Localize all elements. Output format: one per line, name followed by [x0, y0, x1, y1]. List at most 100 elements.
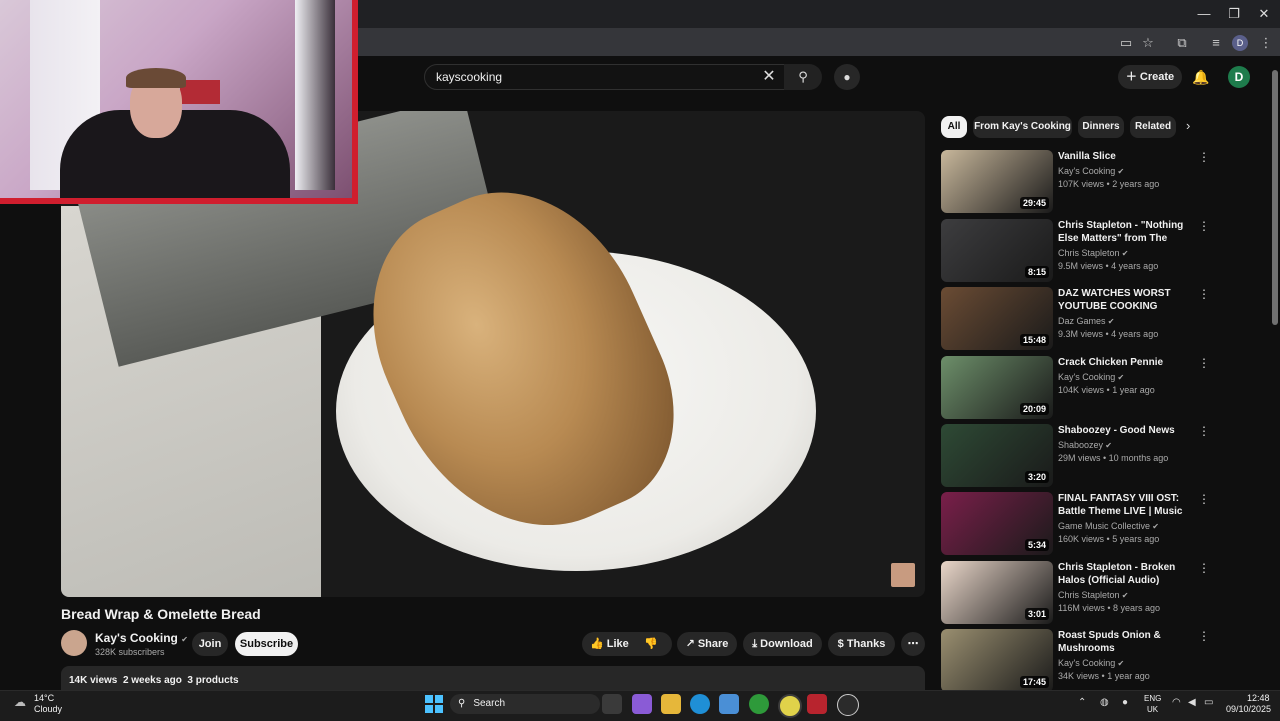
edge-icon[interactable]: [690, 694, 710, 714]
account-avatar[interactable]: D: [1228, 66, 1250, 88]
recommendation-thumbnail[interactable]: 29:45: [941, 150, 1053, 213]
extensions-icon[interactable]: ⧉: [1172, 34, 1192, 52]
more-options-icon[interactable]: ⋮: [1197, 219, 1211, 235]
recommendation-item[interactable]: 29:45 Vanilla Slice Kay's Cooking ✔ 107K vi…: [941, 150, 1211, 214]
chip-dinners[interactable]: Dinners: [1078, 116, 1124, 138]
windows-start-icon[interactable]: [424, 694, 444, 714]
more-options-icon[interactable]: ⋮: [1197, 629, 1211, 645]
clock-time[interactable]: 12:48: [1247, 693, 1270, 703]
store-icon[interactable]: [719, 694, 739, 714]
recommendation-thumbnail[interactable]: 17:45: [941, 629, 1053, 692]
chip-from-channel[interactable]: From Kay's Cooking: [973, 116, 1072, 138]
share-button[interactable]: ↗ Share: [677, 632, 737, 656]
recommendation-channel[interactable]: Kay's Cooking ✔: [1058, 166, 1124, 176]
volume-icon[interactable]: ◀: [1188, 697, 1196, 708]
recommendation-thumbnail[interactable]: 15:48: [941, 287, 1053, 350]
recommendation-item[interactable]: 17:45 Roast Spuds Onion & Mushrooms Kay's …: [941, 629, 1211, 693]
scrollbar[interactable]: [1272, 70, 1278, 325]
minimize-button[interactable]: —: [1190, 4, 1218, 24]
recommendation-channel[interactable]: Daz Games ✔: [1058, 316, 1114, 326]
recommendation-title[interactable]: FINAL FANTASY VIII OST: Battle Theme LIV…: [1058, 492, 1190, 518]
recommendation-thumbnail[interactable]: 8:15: [941, 219, 1053, 282]
recommendation-views: 29M views: [1058, 453, 1101, 463]
recommendation-title[interactable]: Crack Chicken Pennie: [1058, 356, 1190, 369]
recommendation-item[interactable]: 3:20 Shaboozey - Good News Shaboozey ✔ 29M …: [941, 424, 1211, 488]
weather-temperature[interactable]: 14°C: [34, 693, 54, 703]
app-icon[interactable]: [837, 694, 859, 716]
more-options-icon[interactable]: ⋮: [1197, 287, 1211, 303]
restore-button[interactable]: ❐: [1220, 4, 1248, 24]
battery-icon[interactable]: ▭: [1204, 697, 1213, 708]
chevron-right-icon[interactable]: ›: [1186, 118, 1190, 133]
channel-avatar[interactable]: [61, 630, 87, 656]
recommendation-item[interactable]: 15:48 DAZ WATCHES WORST YOUTUBE COOKING Da…: [941, 287, 1211, 351]
recommendation-thumbnail[interactable]: 5:34: [941, 492, 1053, 555]
search-input[interactable]: [434, 66, 738, 88]
like-button[interactable]: 👍 Like: [590, 632, 629, 656]
recommendation-channel[interactable]: Chris Stapleton ✔: [1058, 590, 1128, 600]
taskbar-search[interactable]: ⚲ Search: [450, 694, 600, 714]
close-window-button[interactable]: ✕: [1250, 4, 1278, 24]
xbox-icon[interactable]: [749, 694, 769, 714]
more-options-icon[interactable]: ⋮: [1197, 424, 1211, 440]
more-options-icon[interactable]: ⋮: [1197, 492, 1211, 508]
language-indicator[interactable]: ENG: [1144, 694, 1161, 703]
recommendation-views: 9.5M views: [1058, 261, 1104, 271]
recommendation-title[interactable]: Shaboozey - Good News: [1058, 424, 1190, 437]
recommendation-thumbnail[interactable]: 20:09: [941, 356, 1053, 419]
tray-chevron-up-icon[interactable]: ⌃: [1078, 697, 1086, 708]
tray-app-icon[interactable]: ◍: [1100, 697, 1109, 708]
recommendation-title[interactable]: Roast Spuds Onion & Mushrooms: [1058, 629, 1190, 655]
download-button[interactable]: ⤓ Download: [743, 632, 822, 656]
bookmark-star-icon[interactable]: ☆: [1138, 34, 1158, 52]
recommendation-title[interactable]: Vanilla Slice: [1058, 150, 1190, 163]
more-options-icon[interactable]: ⋮: [1197, 150, 1211, 166]
recommendation-title[interactable]: DAZ WATCHES WORST YOUTUBE COOKING: [1058, 287, 1190, 313]
clock-date[interactable]: 09/10/2025: [1226, 704, 1271, 714]
thanks-button[interactable]: $ Thanks: [828, 632, 895, 656]
product-count: 3 products: [187, 675, 239, 686]
file-explorer-icon[interactable]: [661, 694, 681, 714]
voice-search-button[interactable]: ●: [834, 64, 860, 90]
recommendation-item[interactable]: 3:01 Chris Stapleton - Broken Halos (Offi…: [941, 561, 1211, 625]
recommendation-title[interactable]: Chris Stapleton - "Nothing Else Matters"…: [1058, 219, 1190, 245]
game-app-icon[interactable]: [807, 694, 827, 714]
search-button[interactable]: ⚲: [784, 64, 822, 90]
weather-condition[interactable]: Cloudy: [34, 704, 62, 714]
recommendation-item[interactable]: 8:15 Chris Stapleton - "Nothing Else Matt…: [941, 219, 1211, 283]
dislike-button[interactable]: 👎: [644, 632, 658, 656]
browser-menu-icon[interactable]: ⋮: [1256, 34, 1276, 52]
recommendation-channel[interactable]: Chris Stapleton ✔: [1058, 248, 1128, 258]
mic-tray-icon[interactable]: ●: [1122, 697, 1128, 708]
chrome-icon[interactable]: [778, 694, 802, 718]
wifi-icon[interactable]: ◠: [1172, 697, 1181, 708]
more-options-icon[interactable]: ⋮: [1197, 356, 1211, 372]
task-view-icon[interactable]: [602, 694, 622, 714]
join-button[interactable]: Join: [192, 632, 228, 656]
channel-watermark[interactable]: [891, 563, 915, 587]
recommendation-channel-name: Game Music Collective: [1058, 521, 1151, 531]
copilot-icon[interactable]: [632, 694, 652, 714]
recommendation-channel[interactable]: Kay's Cooking ✔: [1058, 372, 1124, 382]
recommendation-channel[interactable]: Game Music Collective ✔: [1058, 521, 1159, 531]
recommendation-title[interactable]: Chris Stapleton - Broken Halos (Official…: [1058, 561, 1190, 587]
channel-name[interactable]: Kay's Cooking ✔: [95, 631, 188, 645]
chip-related[interactable]: Related: [1130, 116, 1176, 138]
recommendation-thumbnail[interactable]: 3:01: [941, 561, 1053, 624]
recommendation-item[interactable]: 5:34 FINAL FANTASY VIII OST: Battle Theme…: [941, 492, 1211, 556]
create-button[interactable]: ＋ Create: [1118, 65, 1182, 89]
more-options-icon[interactable]: ⋮: [1197, 561, 1211, 577]
notifications-bell-icon[interactable]: 🔔: [1190, 66, 1212, 88]
cast-icon[interactable]: ▭: [1116, 34, 1136, 52]
region-indicator[interactable]: UK: [1147, 705, 1158, 714]
recommendation-item[interactable]: 20:09 Crack Chicken Pennie Kay's Cooking ✔…: [941, 356, 1211, 420]
subscribe-button[interactable]: Subscribe: [235, 632, 298, 656]
recommendation-channel[interactable]: Kay's Cooking ✔: [1058, 658, 1124, 668]
reading-list-icon[interactable]: ≡: [1206, 34, 1226, 52]
chip-all[interactable]: All: [941, 116, 967, 138]
recommendation-channel[interactable]: Shaboozey ✔: [1058, 440, 1112, 450]
recommendation-thumbnail[interactable]: 3:20: [941, 424, 1053, 487]
clear-search-icon[interactable]: ✕: [758, 66, 780, 88]
more-actions-button[interactable]: ⋯: [901, 632, 925, 656]
profile-avatar[interactable]: D: [1232, 35, 1248, 51]
